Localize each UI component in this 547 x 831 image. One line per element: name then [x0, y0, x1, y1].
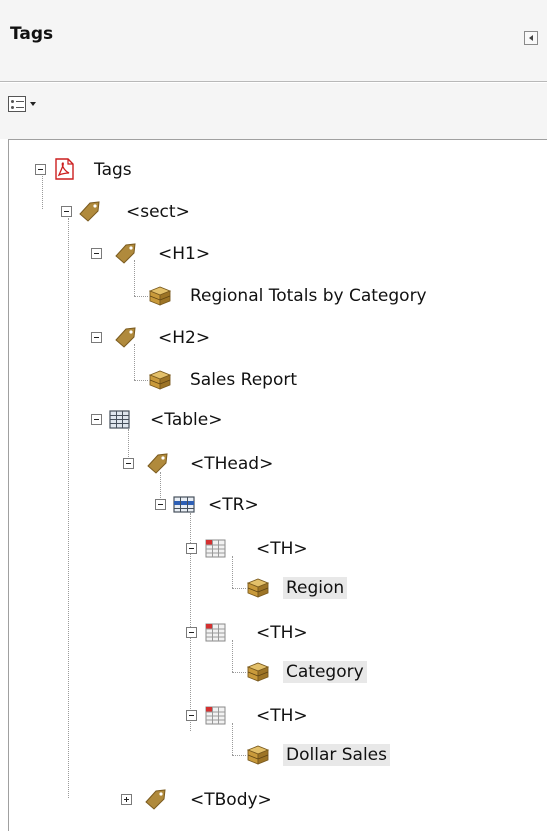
tree-node-label: <Table> [150, 410, 223, 430]
collapse-toggle-icon[interactable] [123, 458, 134, 469]
tree-node-thead[interactable]: <THead> [0, 449, 300, 479]
tree-node-tbody[interactable]: <TBody> [0, 785, 300, 815]
tree-node-tags-root[interactable]: Tags [0, 155, 200, 185]
tree-node-th[interactable]: <TH> [0, 618, 330, 648]
collapse-toggle-icon[interactable] [186, 543, 197, 554]
table-header-cell-icon [205, 706, 226, 725]
tree-node-label: Tags [94, 160, 132, 180]
collapse-toggle-icon[interactable] [61, 206, 72, 217]
content-box-icon [148, 370, 172, 390]
tree-node-content-category[interactable]: Category [0, 657, 400, 687]
tree-node-label: <TBody> [190, 790, 272, 810]
tree-node-sect[interactable]: <sect> [0, 197, 230, 227]
tag-icon [115, 327, 136, 348]
tree-node-label: <H1> [158, 244, 211, 264]
tree-node-table[interactable]: <Table> [0, 405, 240, 435]
tree-node-th[interactable]: <TH> [0, 534, 330, 564]
tag-icon [115, 243, 136, 264]
table-icon [109, 410, 130, 429]
tree-node-content-region[interactable]: Region [0, 573, 380, 603]
content-box-icon [246, 662, 270, 682]
content-box-icon [246, 578, 270, 598]
expand-toggle-icon[interactable] [121, 794, 132, 805]
tree-node-tr[interactable]: <TR> [0, 490, 300, 520]
collapse-toggle-icon[interactable] [91, 414, 102, 425]
content-box-icon [148, 286, 172, 306]
content-box-icon [246, 745, 270, 765]
table-header-cell-icon [205, 623, 226, 642]
collapse-toggle-icon[interactable] [91, 248, 102, 259]
collapse-toggle-icon[interactable] [91, 332, 102, 343]
tree-node-label: Dollar Sales [283, 744, 390, 766]
pdf-document-icon [55, 158, 74, 180]
tree-node-h1[interactable]: <H1> [0, 239, 230, 269]
tree-node-label: <TH> [256, 539, 308, 559]
tree-node-label: <TH> [256, 706, 308, 726]
tree-node-label: Region [283, 577, 348, 599]
tree-node-content-sales-report[interactable]: Sales Report [0, 365, 330, 395]
tag-icon [145, 789, 166, 810]
tree-node-label: <H2> [158, 328, 211, 348]
tree-node-content-regional-totals[interactable]: Regional Totals by Category [0, 281, 500, 311]
collapse-toggle-icon[interactable] [35, 164, 46, 175]
collapse-toggle-icon[interactable] [186, 710, 197, 721]
tree-node-content-dollar-sales[interactable]: Dollar Sales [0, 740, 430, 770]
table-header-cell-icon [205, 539, 226, 558]
tree-node-label: <TH> [256, 623, 308, 643]
tag-icon [79, 201, 100, 222]
tree-node-label: <TR> [208, 495, 259, 515]
tree-node-label: <sect> [126, 202, 190, 222]
tree-node-label: Sales Report [190, 370, 298, 390]
collapse-toggle-icon[interactable] [186, 627, 197, 638]
tree-node-th[interactable]: <TH> [0, 701, 330, 731]
tree-node-h2[interactable]: <H2> [0, 323, 230, 353]
table-row-icon [173, 496, 195, 513]
tree-node-label: Category [283, 661, 367, 683]
tree-node-label: <THead> [190, 454, 274, 474]
collapse-toggle-icon[interactable] [155, 499, 166, 510]
tag-icon [147, 453, 168, 474]
tag-tree: Tags <sect> <H1> Regional Totals by Cate… [0, 0, 547, 831]
tree-node-label: Regional Totals by Category [190, 286, 427, 306]
